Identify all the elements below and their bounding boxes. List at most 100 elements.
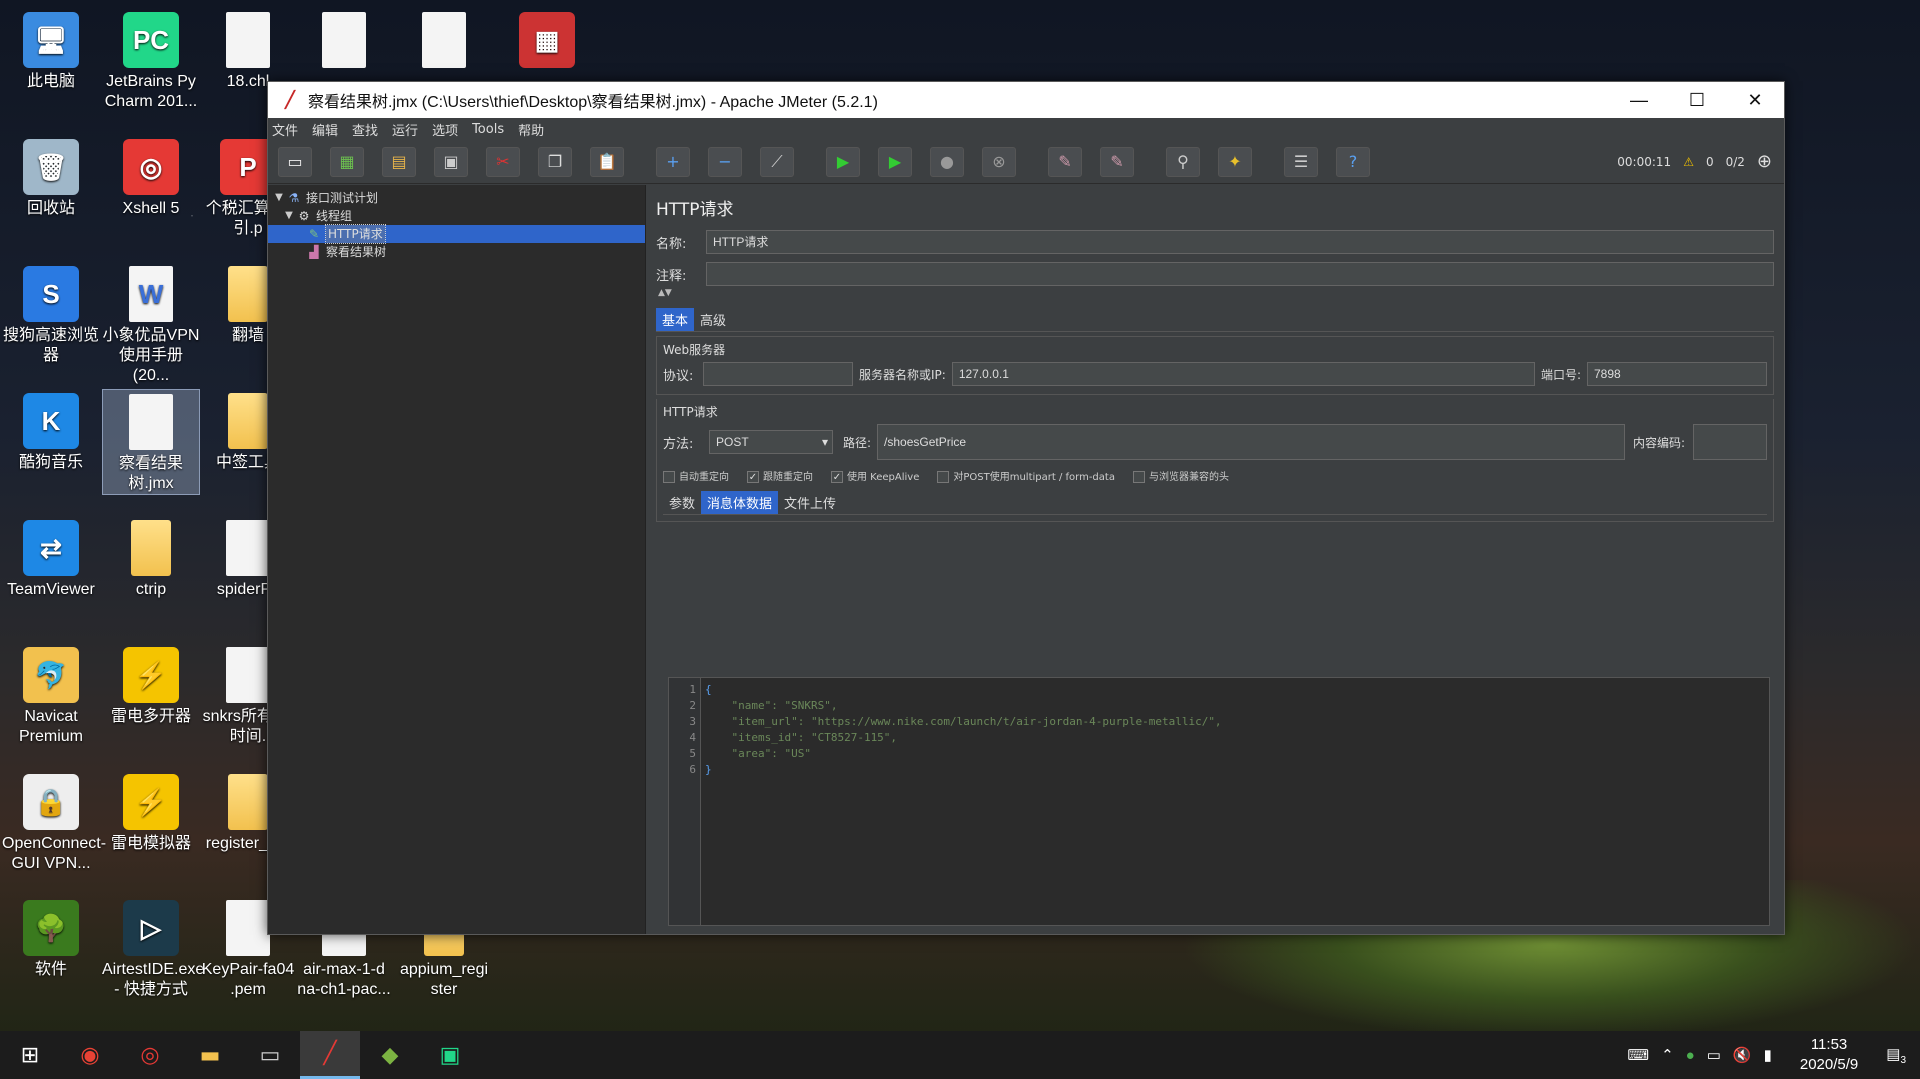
desktop-icon[interactable]: ◎ Xshell 5 <box>102 135 200 219</box>
method-select[interactable]: POST ▾ <box>709 430 833 454</box>
shutdown-icon[interactable]: ⊗ <box>982 146 1016 177</box>
wechat-icon[interactable]: ● <box>1686 1047 1695 1064</box>
desktop-icon[interactable]: 🗑 回收站 <box>2 135 100 219</box>
desktop-icon[interactable]: ⚡ 雷电多开器 <box>102 643 200 727</box>
checkbox-auto-redirect[interactable]: 自动重定向 <box>663 468 729 483</box>
port-input[interactable]: 7898 <box>1587 362 1767 386</box>
server-input[interactable]: 127.0.0.1 <box>951 362 1535 386</box>
collapse-toggle-icon[interactable]: ▲▼ <box>658 288 1774 298</box>
help-icon[interactable]: ? <box>1336 146 1370 177</box>
checkbox-box[interactable] <box>663 471 675 483</box>
checkbox-follow-redirect[interactable]: ✓ 跟随重定向 <box>747 468 813 483</box>
new-icon[interactable]: ▭ <box>278 146 312 177</box>
warning-icon[interactable]: ⚠ <box>1683 155 1694 169</box>
tab-advanced[interactable]: 高级 <box>694 308 732 331</box>
tree-node-results-tree[interactable]: ▟ 察看结果树 <box>268 243 645 261</box>
desktop-icon[interactable]: 🖥 此电脑 <box>2 8 100 92</box>
maximize-button[interactable]: ☐ <box>1668 82 1726 118</box>
tree-node-test-plan[interactable]: ▼ ⚗ 接口测试计划 <box>268 189 645 207</box>
desktop-icon[interactable]: ▷ AirtestIDE.exe - 快捷方式 <box>102 896 204 1000</box>
chrome-icon[interactable]: ◉ <box>60 1031 120 1079</box>
menu-help[interactable]: 帮助 <box>518 120 544 139</box>
jmeter-window[interactable]: ╱ 察看结果树.jmx (C:\Users\thief\Desktop\察看结果… <box>267 81 1785 935</box>
tab-parameters[interactable]: 参数 <box>663 491 701 514</box>
encoding-input[interactable] <box>1693 424 1767 460</box>
paste-icon[interactable]: 📋 <box>590 146 624 177</box>
menu-tools[interactable]: Tools <box>472 122 504 137</box>
start-icon[interactable]: ▶ <box>826 146 860 177</box>
menu-search[interactable]: 查找 <box>352 120 378 139</box>
search-icon[interactable]: ⚲ <box>1166 146 1200 177</box>
tree-node-thread-group[interactable]: ▼ ⚙ 线程组 <box>268 207 645 225</box>
desktop-icon[interactable] <box>395 8 493 72</box>
desktop-icon[interactable]: 🌳 软件 <box>2 896 100 980</box>
desktop-icon[interactable]: 🐬 Navicat Premium <box>2 643 100 747</box>
menu-run[interactable]: 运行 <box>392 120 418 139</box>
pycharm-icon[interactable]: ▣ <box>420 1031 480 1079</box>
xshell-icon[interactable]: ◎ <box>120 1031 180 1079</box>
toggle-icon[interactable]: ⟋ <box>760 146 794 177</box>
remote-globe-icon[interactable]: ⊕ <box>1757 151 1772 172</box>
comment-input[interactable] <box>706 262 1774 286</box>
desktop-icon[interactable]: ⚡ 雷电模拟器 <box>102 770 200 854</box>
open-icon[interactable]: ▤ <box>382 146 416 177</box>
checkbox-keepalive[interactable]: ✓ 使用 KeepAlive <box>831 468 919 483</box>
desktop-icon[interactable]: 18.chl <box>199 8 297 92</box>
clock[interactable]: 11:53 2020/5/9 <box>1800 1035 1858 1075</box>
window-titlebar[interactable]: ╱ 察看结果树.jmx (C:\Users\thief\Desktop\察看结果… <box>268 82 1784 118</box>
tab-basic[interactable]: 基本 <box>656 308 695 331</box>
checkbox-multipart[interactable]: 对POST使用multipart / form-data <box>937 468 1115 483</box>
menu-edit[interactable]: 编辑 <box>312 120 338 139</box>
code-area[interactable]: { "name": "SNKRS", "item_url": "https://… <box>701 678 1769 925</box>
expand-arrow-icon[interactable]: ▼ <box>282 207 296 225</box>
path-input[interactable]: /shoesGetPrice <box>877 424 1625 460</box>
save-icon[interactable]: ▣ <box>434 146 468 177</box>
desktop-icon[interactable]: 🔒 OpenConnect-GUI VPN... <box>2 770 106 874</box>
jmeter-taskbar-icon[interactable]: ╱ <box>300 1031 360 1079</box>
notification-center-icon[interactable]: ▤3 <box>1886 1045 1906 1066</box>
desktop-icon[interactable]: 察看结果树.jmx <box>102 389 200 495</box>
checkbox-box[interactable]: ✓ <box>831 471 843 483</box>
volume-muted-icon[interactable]: 🔇 <box>1733 1046 1752 1064</box>
desktop-icon[interactable]: K 酷狗音乐 <box>2 389 100 473</box>
battery-icon[interactable]: ▮ <box>1764 1046 1772 1064</box>
function-helper-icon[interactable]: ☰ <box>1284 146 1318 177</box>
windows-start-icon[interactable]: ⊞ <box>0 1031 60 1079</box>
tree-node-http-request[interactable]: ✎ HTTP请求 <box>268 224 645 244</box>
close-button[interactable]: ✕ <box>1726 82 1784 118</box>
git-icon[interactable]: ◆ <box>360 1031 420 1079</box>
input-method-icon[interactable]: ⌨ <box>1627 1046 1649 1064</box>
clear-all-icon[interactable]: ✎ <box>1100 146 1134 177</box>
body-data-editor[interactable]: 123456 { "name": "SNKRS", "item_url": "h… <box>668 677 1770 926</box>
desktop-icon[interactable]: ▦ <box>498 8 596 72</box>
cut-icon[interactable]: ✂ <box>486 146 520 177</box>
name-input[interactable]: HTTP请求 <box>706 230 1774 254</box>
menu-options[interactable]: 选项 <box>432 120 458 139</box>
protocol-input[interactable] <box>703 362 853 386</box>
minimize-button[interactable]: — <box>1610 82 1668 118</box>
expand-arrow-icon[interactable]: ▼ <box>272 189 286 207</box>
menu-file[interactable]: 文件 <box>272 120 298 139</box>
desktop-icon[interactable]: S 搜狗高速浏览器 <box>2 262 100 366</box>
tab-body-data[interactable]: 消息体数据 <box>701 491 779 514</box>
reset-search-icon[interactable]: ✦ <box>1218 146 1252 177</box>
collapse-icon[interactable]: − <box>708 146 742 177</box>
chevron-up-icon[interactable]: ⌃ <box>1661 1046 1674 1064</box>
templates-icon[interactable]: ▦ <box>330 146 364 177</box>
desktop-icon[interactable] <box>295 8 393 72</box>
start-no-pause-icon[interactable]: ▶ <box>878 146 912 177</box>
checkbox-box[interactable] <box>1132 471 1145 483</box>
checkbox-browser-headers[interactable]: 与浏览器兼容的头 <box>1132 468 1229 483</box>
desktop-icon[interactable]: W 小象优品VPN 使用手册(20... <box>102 262 200 386</box>
checkbox-box[interactable]: ✓ <box>747 471 759 483</box>
file-explorer-icon[interactable]: ▬ <box>180 1031 240 1079</box>
desktop-icon[interactable]: PC JetBrains Py Charm 201... <box>102 8 200 112</box>
terminal-icon[interactable]: ▭ <box>240 1031 300 1079</box>
desktop-icon[interactable]: ⇄ TeamViewer <box>2 516 100 600</box>
network-icon[interactable]: ▭ <box>1707 1046 1721 1064</box>
stop-icon[interactable]: ● <box>930 146 964 177</box>
clear-icon[interactable]: ✎ <box>1048 146 1082 177</box>
copy-icon[interactable]: ❐ <box>538 146 572 177</box>
desktop-icon[interactable]: ctrip <box>102 516 200 600</box>
tab-file-upload[interactable]: 文件上传 <box>778 491 842 514</box>
